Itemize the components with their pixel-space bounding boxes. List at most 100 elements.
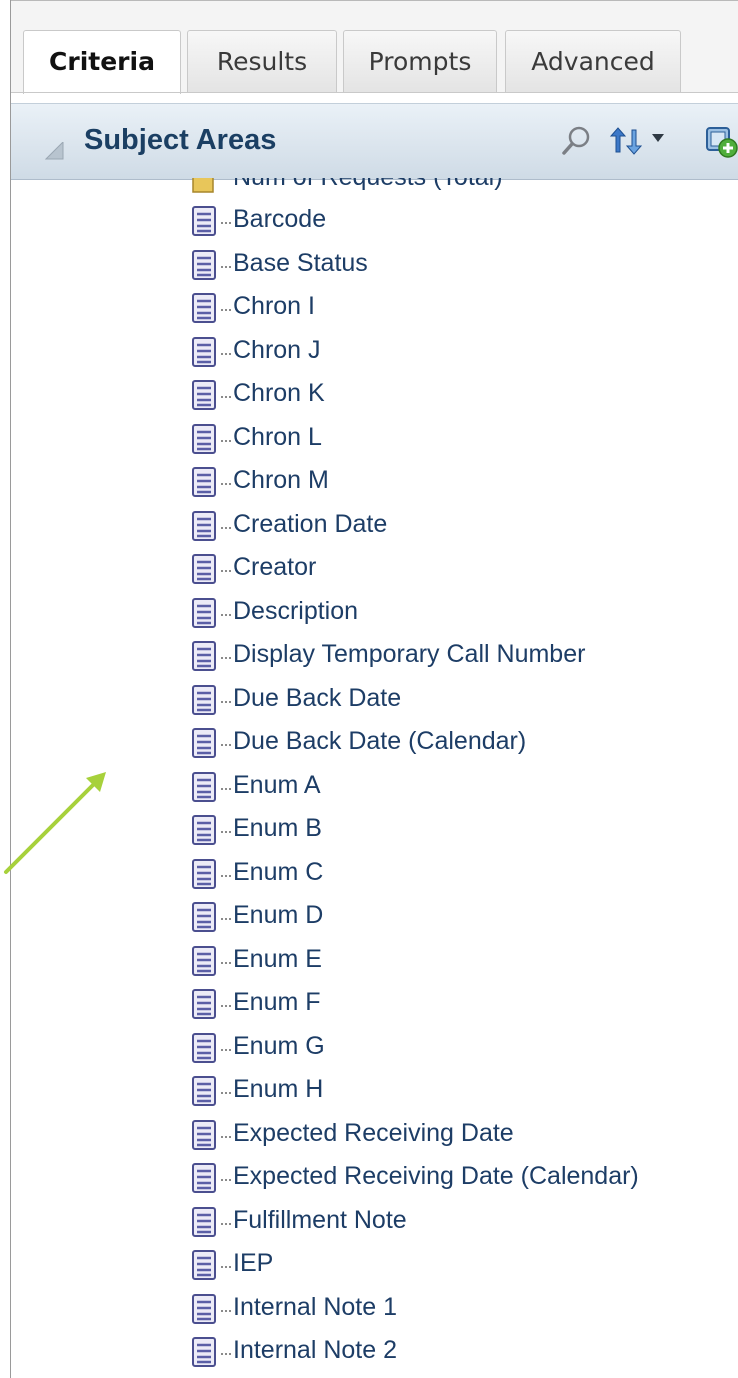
tree-connector (221, 918, 231, 920)
tree-item-label: Display Temporary Call Number (233, 640, 586, 668)
add-subject-area-icon[interactable] (701, 124, 738, 160)
tree-item[interactable]: Enum H (11, 1070, 738, 1114)
tree-connector (221, 265, 231, 268)
tree-item[interactable]: Display Temporary Call Number (11, 635, 738, 679)
column-icon (192, 728, 216, 758)
tree-item[interactable]: Chron J (11, 331, 738, 375)
tree-item[interactable]: Chron L (11, 418, 738, 462)
tree-item[interactable]: Internal Note 2 (11, 1331, 738, 1375)
column-icon (192, 771, 216, 802)
column-icon (192, 815, 216, 845)
tree-item-label: Due Back Date (Calendar) (233, 727, 527, 755)
tree-item[interactable]: Description (11, 592, 738, 636)
tree-item[interactable]: Chron I (11, 287, 738, 331)
tree-item[interactable]: Expected Receiving Date (11, 1114, 738, 1158)
tree-connector (221, 1092, 231, 1094)
column-icon (192, 1293, 216, 1324)
column-icon (192, 1076, 216, 1106)
tree-item-label: Internal Note 1 (233, 1292, 397, 1321)
tree-item-label: Enum G (233, 1031, 325, 1060)
tab-results[interactable]: Results (187, 30, 337, 92)
tree-item-label: Num of Requests (Total) (233, 178, 503, 192)
tree-connector (221, 1222, 231, 1225)
column-icon (192, 467, 216, 497)
panel-title: Subject Areas (84, 124, 277, 156)
tree-item-label: Description (233, 596, 359, 625)
tree-item-label: Due Back Date (233, 683, 402, 712)
tree-item[interactable]: Creation Date (11, 505, 738, 549)
tree-connector (221, 744, 231, 746)
tree-connector (221, 1179, 231, 1181)
tab-bar: Criteria Results Prompts Advanced (11, 1, 738, 94)
column-icon (192, 1163, 216, 1193)
tree-item[interactable]: IEP (11, 1244, 738, 1288)
tree-connector (221, 352, 231, 355)
tree-item[interactable]: Due Back Date (11, 679, 738, 723)
column-icon (192, 858, 216, 889)
tree-connector (221, 831, 231, 833)
tree-connector (221, 526, 231, 529)
subject-areas-header: Subject Areas (11, 103, 738, 180)
column-icon (192, 293, 216, 323)
tree-item[interactable]: Enum E (11, 940, 738, 984)
tree-connector (221, 570, 231, 572)
tree-item[interactable]: Enum C (11, 853, 738, 897)
tree-item-label: Chron L (233, 422, 322, 451)
tree-item[interactable]: Enum D (11, 896, 738, 940)
tree-connector (221, 483, 231, 485)
tree-item[interactable]: Fulfillment Note (11, 1201, 738, 1245)
column-icon (192, 597, 216, 628)
column-icon (192, 1250, 216, 1280)
tree-connector (221, 613, 231, 616)
tab-divider (11, 92, 738, 93)
tree-item[interactable]: Base Status (11, 244, 738, 288)
column-icon (192, 641, 216, 671)
tree-item-label: Chron J (233, 335, 321, 364)
tree-connector (221, 1309, 231, 1312)
tree-item[interactable]: Chron M (11, 461, 738, 505)
column-icon (192, 510, 216, 541)
column-icon (192, 249, 216, 280)
column-icon (192, 1206, 216, 1237)
column-icon (192, 206, 216, 236)
column-icon (192, 336, 216, 367)
tree-item[interactable]: Enum A (11, 766, 738, 810)
tree-connector (221, 309, 231, 311)
folder-icon (192, 178, 214, 193)
tree-item[interactable]: Creator (11, 548, 738, 592)
search-icon[interactable] (561, 124, 595, 158)
tree-item[interactable]: Enum F (11, 983, 738, 1027)
column-icon (192, 684, 216, 715)
tree-connector (221, 787, 231, 790)
tree-item-label: Base Status (233, 248, 368, 277)
tree-item[interactable]: Chron K (11, 374, 738, 418)
tree-item[interactable]: Enum B (11, 809, 738, 853)
tree-connector (221, 657, 231, 659)
tab-advanced[interactable]: Advanced (505, 30, 681, 92)
tree-item-label: Barcode (233, 205, 327, 233)
tree-connector (221, 1353, 231, 1355)
collapse-triangle-icon[interactable] (45, 142, 65, 160)
column-icon (192, 1032, 216, 1063)
tree-item[interactable]: Internal Note 1 (11, 1288, 738, 1332)
column-icon (192, 554, 216, 584)
tree-item-label: Enum C (233, 857, 324, 886)
dropdown-arrow-icon[interactable] (651, 132, 665, 144)
tab-criteria[interactable]: Criteria (23, 30, 181, 94)
tree-connector (221, 439, 231, 442)
tree-item[interactable]: Barcode (11, 200, 738, 244)
tree-item-label: Internal Note 2 (233, 1336, 397, 1364)
tree-item[interactable]: Enum G (11, 1027, 738, 1071)
tree-item[interactable]: Due Back Date (Calendar) (11, 722, 738, 766)
tree-item-label: Chron K (233, 379, 325, 407)
tree-item[interactable]: Expected Receiving Date (Calendar) (11, 1157, 738, 1201)
tree-item-partial[interactable]: Num of Requests (Total) (11, 178, 738, 202)
column-icon (192, 945, 216, 976)
sort-icon[interactable] (608, 124, 650, 158)
tab-prompts[interactable]: Prompts (343, 30, 497, 92)
tree-item-label: Enum H (233, 1075, 324, 1103)
tree-item-label: Enum D (233, 901, 324, 929)
column-icon (192, 380, 216, 410)
tree-item-label: Creation Date (233, 509, 388, 538)
tree-item-label: Enum E (233, 944, 322, 973)
